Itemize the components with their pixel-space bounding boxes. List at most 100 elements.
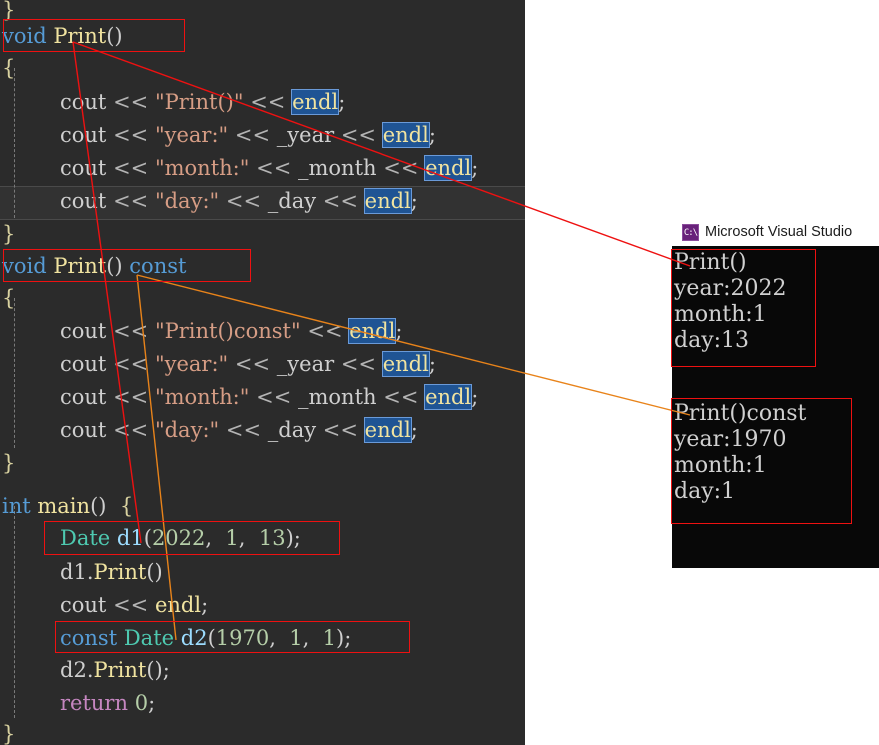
- code-token: .: [86, 560, 94, 584]
- code-line[interactable]: }: [0, 218, 525, 250]
- code-token: <<: [113, 319, 149, 343]
- annotation-box: [3, 249, 251, 282]
- code-token: cout: [60, 90, 107, 114]
- code-line-text: }: [0, 451, 15, 475]
- code-line[interactable]: cout << endl;: [0, 589, 525, 621]
- code-line-text: cout << "day:" << _day << endl;: [0, 417, 418, 443]
- code-line-text: cout << "month:" << _month << endl;: [0, 384, 478, 410]
- code-line[interactable]: cout << "year:" << _year << endl;: [0, 119, 525, 151]
- code-line[interactable]: d2.Print();: [0, 654, 525, 686]
- code-line[interactable]: cout << "Print()" << endl;: [0, 86, 525, 118]
- code-token: {: [2, 286, 16, 310]
- code-token: "day:": [154, 189, 220, 213]
- code-token: <<: [383, 385, 419, 409]
- code-token: <<: [234, 352, 271, 376]
- code-line-text: cout << "year:" << _year << endl;: [0, 351, 436, 377]
- code-token: 0: [134, 691, 149, 715]
- code-line-text: cout << endl;: [0, 593, 208, 617]
- code-token: int: [2, 494, 31, 518]
- code-token: _day: [267, 189, 317, 213]
- code-token: <<: [250, 90, 286, 114]
- code-token: Print: [93, 560, 147, 584]
- code-token: <<: [234, 123, 271, 147]
- code-token: ;: [338, 90, 346, 114]
- code-token: ;: [162, 658, 170, 682]
- code-line[interactable]: return 0;: [0, 687, 525, 719]
- code-line[interactable]: cout << "year:" << _year << endl;: [0, 348, 525, 380]
- code-token: cout: [60, 385, 107, 409]
- code-token: <<: [340, 352, 377, 376]
- code-line[interactable]: cout << "day:" << _day << endl;: [0, 414, 525, 446]
- code-token: <<: [340, 123, 377, 147]
- code-token: {: [119, 494, 134, 518]
- code-token: (): [146, 658, 163, 682]
- code-line[interactable]: int main() {: [0, 490, 525, 522]
- code-line[interactable]: cout << "month:" << _month << endl;: [0, 381, 525, 413]
- code-token: "month:": [154, 156, 250, 180]
- code-token: endl: [154, 593, 202, 617]
- code-token: d1: [60, 560, 87, 584]
- code-token: <<: [113, 385, 149, 409]
- code-token: Print: [93, 658, 147, 682]
- code-token: <<: [307, 319, 343, 343]
- code-token: <<: [256, 385, 292, 409]
- code-token: cout: [60, 593, 107, 617]
- code-token: <<: [225, 189, 262, 213]
- code-token: <<: [113, 352, 149, 376]
- code-line[interactable]: {: [0, 52, 525, 84]
- code-token: (): [146, 560, 163, 584]
- annotation-box: [671, 249, 816, 367]
- code-line[interactable]: cout << "month:" << _month << endl;: [0, 152, 525, 184]
- code-line-text: cout << "Print()const" << endl;: [0, 318, 402, 344]
- code-token: <<: [113, 123, 149, 147]
- code-line[interactable]: cout << "day:" << _day << endl;: [0, 185, 525, 217]
- code-token: ;: [428, 352, 436, 376]
- code-token: ;: [410, 418, 418, 442]
- code-line-text: }: [0, 222, 15, 246]
- code-token: ;: [428, 123, 436, 147]
- code-token: }: [2, 222, 16, 246]
- code-line[interactable]: d1.Print(): [0, 556, 525, 588]
- code-token: _year: [276, 352, 335, 376]
- code-token: cout: [60, 123, 107, 147]
- selected-token: endl: [348, 318, 397, 344]
- code-line[interactable]: }: [0, 718, 525, 745]
- code-token: cout: [60, 189, 107, 213]
- code-token: _month: [297, 156, 377, 180]
- selected-token: endl: [363, 188, 412, 214]
- code-token: main: [37, 494, 91, 518]
- code-line[interactable]: {: [0, 282, 525, 314]
- code-token: ;: [410, 189, 418, 213]
- selected-token: endl: [381, 122, 430, 148]
- code-token: <<: [113, 156, 149, 180]
- code-token: }: [2, 451, 16, 475]
- code-token: ;: [201, 593, 209, 617]
- code-line[interactable]: }: [0, 447, 525, 479]
- code-token: cout: [60, 352, 107, 376]
- code-token: <<: [383, 156, 419, 180]
- console-title-label: Microsoft Visual Studio: [705, 224, 853, 240]
- code-token: cout: [60, 319, 107, 343]
- code-token: <<: [256, 156, 292, 180]
- code-line[interactable]: cout << "Print()const" << endl;: [0, 315, 525, 347]
- code-line-text: cout << "day:" << _day << endl;: [0, 188, 418, 214]
- code-token: "Print()": [154, 90, 244, 114]
- code-token: {: [2, 56, 16, 80]
- code-line-text: }: [0, 722, 15, 745]
- annotation-box: [671, 398, 852, 524]
